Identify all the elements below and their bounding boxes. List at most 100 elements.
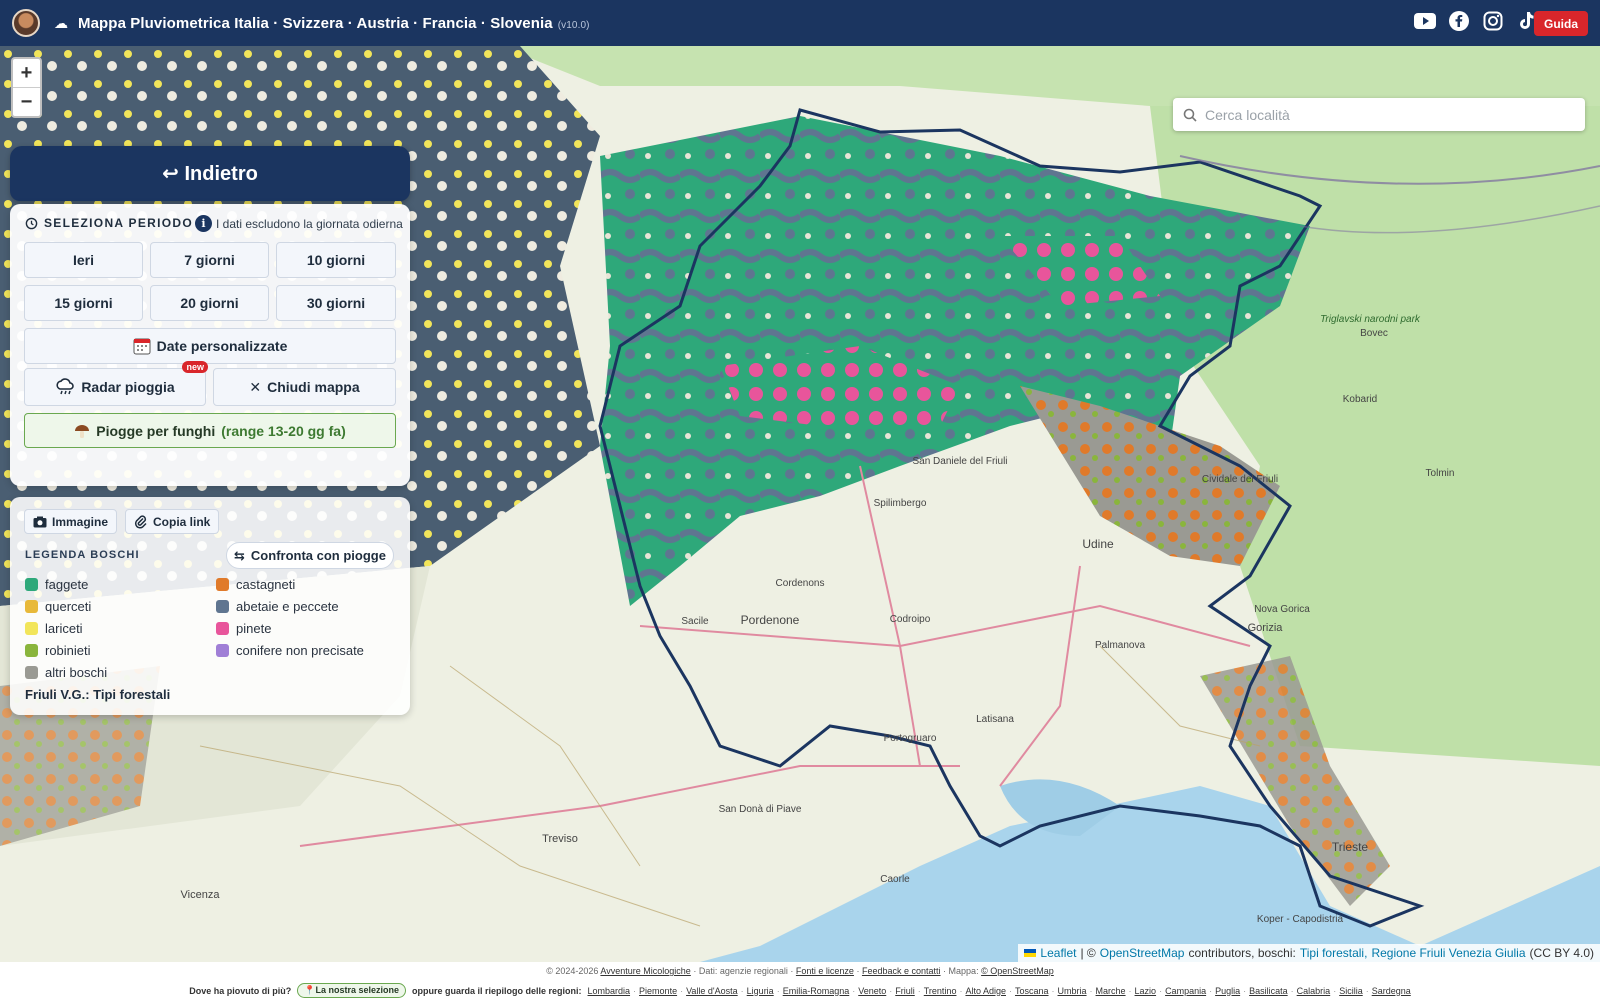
selection-button[interactable]: 📍La nostra selezione xyxy=(297,983,406,998)
mushroom-rain-range: (range 13-20 gg fa) xyxy=(221,422,346,439)
region-separator: · xyxy=(1089,985,1093,996)
place-label: Koper - Capodistria xyxy=(1257,914,1344,925)
instagram-icon[interactable] xyxy=(1482,10,1504,32)
region-separator: · xyxy=(740,985,744,996)
region-link[interactable]: Basilicata xyxy=(1249,986,1288,996)
footer-dot: · xyxy=(856,966,860,976)
period-button-ieri[interactable]: Ieri xyxy=(24,242,143,278)
period-button-10[interactable]: 10 giorni xyxy=(276,242,396,278)
legend-label: abetaie e peccete xyxy=(236,599,339,614)
rain-radar-icon xyxy=(56,378,75,395)
legend-title: LEGENDA BOSCHI xyxy=(25,549,140,561)
region-separator: · xyxy=(776,985,780,996)
region-separator: · xyxy=(1159,985,1163,996)
feedback-link[interactable]: Feedback e contatti xyxy=(862,966,941,976)
region-link[interactable]: Valle d'Aosta xyxy=(686,986,738,996)
facebook-icon[interactable] xyxy=(1448,10,1470,32)
period-button-20[interactable]: 20 giorni xyxy=(150,285,269,321)
app-title: Mappa Pluviometrica Italia · Svizzera · … xyxy=(78,14,590,32)
region-link[interactable]: Sardegna xyxy=(1372,986,1411,996)
clock-icon xyxy=(25,217,38,229)
region-link[interactable]: Liguria xyxy=(747,986,774,996)
region-link[interactable]: Veneto xyxy=(858,986,886,996)
osm-footer-link[interactable]: © OpenStreetMap xyxy=(981,966,1054,976)
period-button-15[interactable]: 15 giorni xyxy=(24,285,143,321)
close-map-label: Chiudi mappa xyxy=(267,379,360,395)
place-label: Tolmin xyxy=(1426,468,1455,479)
region-link[interactable]: Campania xyxy=(1165,986,1206,996)
tipi-forestali-link[interactable]: Tipi forestali, xyxy=(1300,946,1368,960)
legend-source: Friuli V.G.: Tipi forestali xyxy=(25,687,171,702)
region-link[interactable]: Friuli xyxy=(895,986,915,996)
period-button-7[interactable]: 7 giorni xyxy=(150,242,269,278)
region-separator: · xyxy=(917,985,921,996)
place-label: Latisana xyxy=(976,714,1014,725)
swap-icon: ⇆ xyxy=(234,547,245,563)
place-label: Caorle xyxy=(880,874,910,885)
region-link[interactable]: Alto Adige xyxy=(965,986,1006,996)
region-separator: · xyxy=(1243,985,1247,996)
region-link[interactable]: Trentino xyxy=(924,986,957,996)
region-link[interactable]: Lombardia xyxy=(588,986,631,996)
back-button[interactable]: ↩ Indietro xyxy=(10,146,410,201)
region-separator: · xyxy=(633,985,637,996)
zoom-out-button[interactable]: − xyxy=(13,88,40,116)
radar-label: Radar pioggia xyxy=(81,379,175,395)
image-label: Immagine xyxy=(52,514,109,529)
legend-item: faggete xyxy=(25,577,88,592)
close-icon: ✕ xyxy=(249,378,262,395)
rain-cloud-icon: ☁ xyxy=(54,14,68,31)
legend-swatch xyxy=(216,600,229,613)
place-label: Pordenone xyxy=(741,613,800,627)
region-link[interactable]: Emilia-Romagna xyxy=(783,986,850,996)
footer-regions: Dove ha piovuto di più? 📍La nostra selez… xyxy=(0,983,1600,998)
legend-swatch xyxy=(216,578,229,591)
region-link[interactable]: Marche xyxy=(1096,986,1126,996)
region-link[interactable]: Toscana xyxy=(1015,986,1049,996)
question-text: Dove ha piovuto di più? xyxy=(189,985,292,996)
region-link[interactable]: Puglia xyxy=(1215,986,1240,996)
legend-swatch xyxy=(25,600,38,613)
legend-label: pinete xyxy=(236,621,272,636)
radar-button[interactable]: Radar pioggia new xyxy=(24,361,208,406)
place-label: Treviso xyxy=(542,833,578,845)
copy-link-button[interactable]: Copia link xyxy=(125,509,220,534)
guide-button[interactable]: Guida xyxy=(1533,11,1588,36)
zoom-in-button[interactable]: + xyxy=(13,59,40,88)
region-link[interactable]: Calabria xyxy=(1297,986,1331,996)
place-label: Codroipo xyxy=(890,614,931,625)
zoom-control: + − xyxy=(11,57,42,118)
mushroom-rain-button[interactable]: Piogge per funghi (range 13-20 gg fa) xyxy=(24,413,396,448)
place-label: Udine xyxy=(1082,537,1114,551)
region-link[interactable]: Sicilia xyxy=(1339,986,1363,996)
legend-label: robinieti xyxy=(45,643,91,658)
region-separator: · xyxy=(1128,985,1132,996)
place-label: San Daniele del Friuli xyxy=(912,456,1007,467)
copy-link-label: Copia link xyxy=(153,514,211,529)
search-input[interactable] xyxy=(1205,106,1565,123)
regione-link[interactable]: Regione Friuli Venezia Giulia xyxy=(1371,946,1525,960)
place-label: Trieste xyxy=(1332,840,1369,854)
site-link[interactable]: Avventure Micologiche xyxy=(600,966,690,976)
leaflet-link[interactable]: Leaflet xyxy=(1040,946,1076,960)
licenses-link[interactable]: Fonti e licenze xyxy=(796,966,854,976)
youtube-icon[interactable] xyxy=(1414,10,1436,32)
map-attribution: Leaflet | © OpenStreetMap contributors, … xyxy=(1018,944,1600,962)
period-title: SELEZIONA PERIODO xyxy=(44,216,194,230)
legend-swatch xyxy=(25,622,38,635)
period-button-30[interactable]: 30 giorni xyxy=(276,285,396,321)
place-label: Cividale del Friuli xyxy=(1202,474,1278,485)
avatar[interactable] xyxy=(12,9,40,37)
legend-swatch xyxy=(216,644,229,657)
custom-dates-button[interactable]: Date personalizzate xyxy=(24,328,396,364)
place-label: Cordenons xyxy=(776,578,825,589)
compare-button[interactable]: ⇆ Confronta con piogge xyxy=(226,542,394,569)
close-map-button[interactable]: ✕ Chiudi mappa xyxy=(213,368,396,406)
info-icon[interactable]: i xyxy=(195,215,212,232)
region-link[interactable]: Umbria xyxy=(1058,986,1087,996)
image-button[interactable]: Immagine xyxy=(24,509,118,534)
osm-link[interactable]: OpenStreetMap xyxy=(1100,946,1185,960)
region-link[interactable]: Lazio xyxy=(1135,986,1157,996)
calendar-icon xyxy=(133,338,151,355)
region-link[interactable]: Piemonte xyxy=(639,986,677,996)
